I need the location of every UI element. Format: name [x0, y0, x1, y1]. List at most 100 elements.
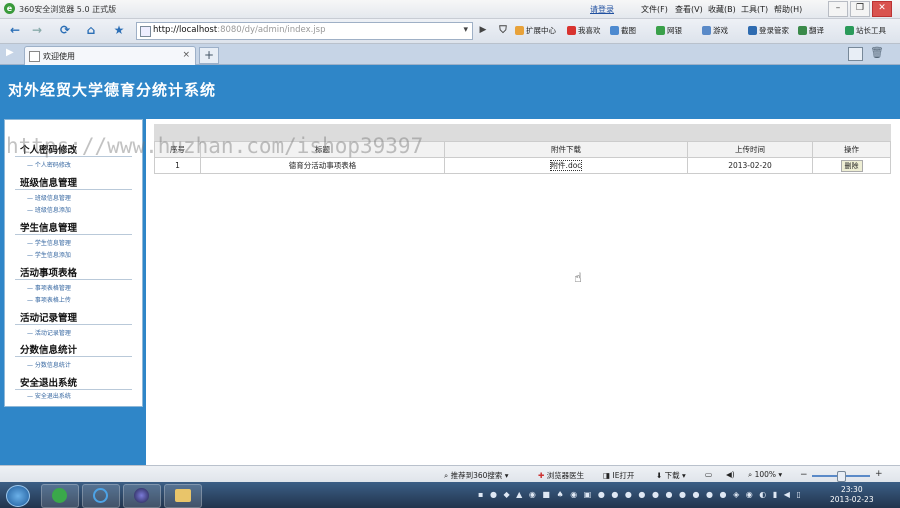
taskbar-ie-button[interactable] [82, 484, 120, 508]
menu-item-score-stats[interactable]: 分数信息统计 [27, 360, 71, 369]
status-search-recommend[interactable]: ⌕ 推荐到360搜索 ▾ [444, 470, 509, 481]
extension-bank-label: 网银 [667, 26, 682, 35]
taskbar-clock[interactable]: 23:30 2013-02-23 [830, 485, 874, 505]
extension-screenshot[interactable]: 截图 [610, 25, 636, 36]
menu-divider [15, 189, 132, 190]
shield-icon[interactable]: ⛉ [494, 22, 512, 39]
menu-divider [15, 389, 132, 390]
attachment-download-link[interactable]: 附件.doc [549, 160, 583, 171]
back-icon[interactable]: ← [6, 22, 24, 39]
menu-file[interactable]: 文件(F) [641, 4, 668, 15]
zoom-out-icon[interactable]: − [800, 470, 808, 480]
extension-webmaster[interactable]: 站长工具 [845, 25, 886, 36]
menu-view[interactable]: 查看(V) [675, 4, 703, 15]
extension-translate-label: 翻译 [809, 26, 824, 35]
folder-icon [175, 489, 191, 502]
menu-item-student-manage[interactable]: 学生信息管理 [27, 238, 71, 247]
status-browser-doctor[interactable]: ✚ 浏览器医生 [538, 470, 584, 481]
browser-title: 360安全浏览器 5.0 正式版 [19, 5, 117, 14]
taskbar-explorer-button[interactable] [164, 484, 202, 508]
address-url: http://localhost:8080/dy/admin/index.jsp [153, 25, 326, 35]
delete-button[interactable]: 删除 [840, 159, 863, 172]
volume-icon[interactable]: ◀) [726, 470, 735, 479]
cell-action: 删除 [812, 157, 891, 174]
extension-like[interactable]: 我喜欢 [567, 25, 601, 36]
extension-login-manager[interactable]: 登录管家 [748, 25, 789, 36]
extension-games[interactable]: 游戏 [702, 25, 728, 36]
status-tools-icon[interactable]: ▭ [705, 470, 712, 479]
menu-divider [15, 234, 132, 235]
menu-help[interactable]: 帮助(H) [774, 4, 802, 15]
tab-close-icon[interactable]: × [182, 50, 190, 60]
status-ie-open[interactable]: ◨ IE打开 [603, 470, 634, 481]
trash-icon[interactable]: 🗑 [870, 46, 884, 59]
clock-date: 2013-02-23 [830, 495, 874, 504]
sidebar-menu: 个人密码修改 个人密码修改 班级信息管理 班级信息管理 班级信息添加 学生信息管… [4, 119, 143, 407]
start-button[interactable] [6, 485, 30, 507]
cell-attachment-cell: 附件.doc [444, 157, 688, 174]
clock-time: 23:30 [840, 485, 863, 494]
status-zoom[interactable]: ⌕ 100% ▾ [748, 470, 782, 480]
taskbar-eclipse-button[interactable] [123, 484, 161, 508]
menu-item-record-manage[interactable]: 活动记录管理 [27, 328, 71, 337]
favorite-star-icon[interactable]: ★ [110, 22, 128, 39]
ie-icon [93, 488, 108, 503]
forward-icon[interactable]: → [28, 22, 46, 39]
menu-item-logout[interactable]: 安全退出系统 [27, 391, 71, 400]
menu-group-logout[interactable]: 安全退出系统 [20, 375, 77, 389]
menu-tools[interactable]: 工具(T) [741, 4, 768, 15]
cell-index: 1 [154, 157, 201, 174]
dropdown-icon[interactable]: ▾ [463, 25, 468, 35]
tab-bar: ▶ 欢迎使用 × + 🗑 [0, 44, 900, 65]
status-download[interactable]: ⬇ 下载 ▾ [656, 470, 686, 481]
minimize-button[interactable]: – [828, 1, 848, 17]
menu-group-activity-records[interactable]: 活动记录管理 [20, 310, 77, 324]
hand-cursor-icon: ☝ [574, 271, 582, 286]
extension-bank[interactable]: 网银 [656, 25, 682, 36]
menu-item-class-add[interactable]: 班级信息添加 [27, 205, 71, 214]
menu-item-student-add[interactable]: 学生信息添加 [27, 250, 71, 259]
menu-item-password-change[interactable]: 个人密码修改 [27, 160, 71, 169]
status-zoom-label: 100% [754, 470, 777, 479]
menu-item-form-manage[interactable]: 事项表格管理 [27, 283, 71, 292]
page-favicon-icon [140, 26, 151, 37]
menu-group-class[interactable]: 班级信息管理 [20, 175, 77, 189]
menu-group-student[interactable]: 学生信息管理 [20, 220, 77, 234]
eclipse-icon [134, 488, 149, 503]
tab-page-icon [29, 51, 40, 62]
address-url-path: :8080/dy/admin/index.jsp [217, 25, 326, 35]
extension-translate[interactable]: 翻译 [798, 25, 824, 36]
menu-divider [15, 279, 132, 280]
refresh-icon[interactable]: ⟳ [56, 22, 74, 39]
watermark: https://www.huzhan.com/ishop39397 [6, 134, 424, 158]
extension-screenshot-label: 截图 [621, 26, 636, 35]
sidebar-toggle-icon[interactable]: ▶ [6, 47, 14, 58]
cell-upload-time: 2013-02-20 [687, 157, 813, 174]
maximize-button[interactable]: ❐ [850, 1, 870, 17]
go-icon[interactable]: ▶ [474, 22, 492, 39]
taskbar-360browser-button[interactable] [41, 484, 79, 508]
menu-divider [15, 324, 132, 325]
login-link[interactable]: 请登录 [590, 4, 614, 15]
status-bar: ⌕ 推荐到360搜索 ▾ ✚ 浏览器医生 ◨ IE打开 ⬇ 下载 ▾ ▭ ◀) … [0, 465, 900, 483]
address-url-host: http://localhost [153, 25, 218, 35]
close-window-button[interactable]: ✕ [872, 1, 892, 17]
extension-center[interactable]: 扩展中心 [515, 25, 556, 36]
zoom-slider-handle[interactable] [837, 471, 846, 482]
extension-webmaster-label: 站长工具 [856, 26, 886, 35]
new-tab-button[interactable]: + [199, 47, 219, 64]
home-icon[interactable]: ⌂ [82, 22, 100, 39]
menu-favorites[interactable]: 收藏(B) [708, 4, 736, 15]
menu-item-class-manage[interactable]: 班级信息管理 [27, 193, 71, 202]
status-download-label: 下载 [664, 471, 680, 480]
zoom-in-icon[interactable]: + [875, 469, 883, 479]
restore-tabs-icon[interactable] [848, 47, 863, 61]
system-tray-icons[interactable]: ▪ ● ◆ ▲ ◉ ■ ♠ ◉ ▣ ● ● ● ● ● ● ● ● ● ● ◈ … [478, 490, 803, 499]
menu-item-form-upload[interactable]: 事项表格上传 [27, 295, 71, 304]
menu-group-activity-forms[interactable]: 活动事项表格 [20, 265, 77, 279]
table-row: 1 德育分活动事项表格 附件.doc 2013-02-20 删除 [154, 157, 891, 174]
tab-welcome[interactable]: 欢迎使用 × [24, 46, 196, 65]
header-upload-time: 上传时间 [687, 141, 813, 158]
address-bar[interactable]: http://localhost:8080/dy/admin/index.jsp… [136, 22, 473, 40]
menu-group-score-stats[interactable]: 分数信息统计 [20, 342, 77, 356]
